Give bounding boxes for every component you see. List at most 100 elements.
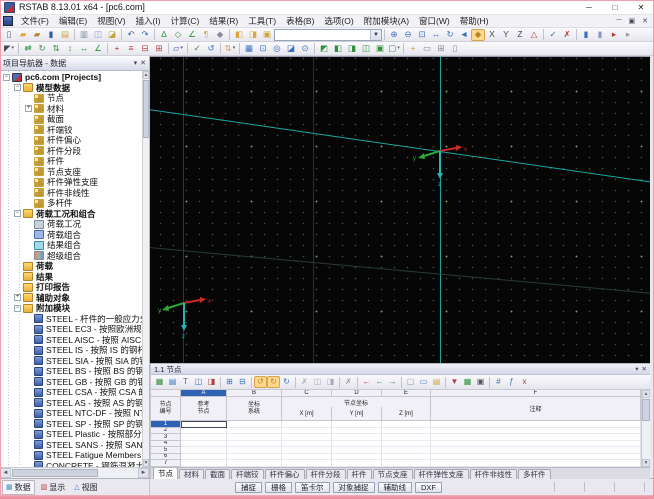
bookmark-gray-icon[interactable]: ▸ xyxy=(621,29,635,41)
import-icon[interactable]: ▰ xyxy=(30,29,44,41)
scroll-up-icon[interactable]: ▲ xyxy=(143,71,149,79)
visibility-loads-icon[interactable]: ◨ xyxy=(345,43,359,55)
row-number[interactable]: 7 xyxy=(151,460,181,467)
table-tab-杆件分段[interactable]: 杆件分段 xyxy=(306,469,346,479)
invert-selection-icon[interactable]: ◪ xyxy=(284,43,298,55)
refresh-icon[interactable]: ↻ xyxy=(280,376,293,388)
undo-icon[interactable]: ↶ xyxy=(124,29,138,41)
table-close-icon[interactable]: ✕ xyxy=(642,365,647,373)
fx-icon[interactable]: ƒ xyxy=(505,376,518,388)
copy-icon[interactable]: ◫ xyxy=(311,376,324,388)
table-views-icon[interactable]: ◫ xyxy=(192,376,205,388)
table-cell[interactable] xyxy=(227,460,282,467)
menu-item[interactable]: 视图(V) xyxy=(92,15,130,27)
import-table-icon[interactable]: ▣ xyxy=(474,376,487,388)
menu-item[interactable]: 附加模块(A) xyxy=(359,15,414,27)
format-brush-icon[interactable]: ◪ xyxy=(105,29,119,41)
table-tab-节点[interactable]: 节点 xyxy=(153,467,178,479)
status-toggle-DXF[interactable]: DXF xyxy=(415,482,442,493)
model-viewport[interactable]: x y z x y z xyxy=(150,56,650,363)
tree-item[interactable]: 打印报告 xyxy=(0,282,142,293)
tree-expander-icon[interactable]: − xyxy=(14,305,21,312)
column-letter[interactable]: B xyxy=(227,390,282,397)
view-selector-combo[interactable]: ▼ xyxy=(274,29,382,41)
mdi-close-button[interactable]: ✕ xyxy=(642,17,648,25)
status-toggle-捕捉[interactable]: 捕捉 xyxy=(235,482,262,493)
column-header-comment[interactable]: 注释 xyxy=(431,397,641,421)
scroll-right-icon[interactable]: ► xyxy=(138,468,149,478)
table-cell[interactable] xyxy=(181,460,227,467)
next-table-icon[interactable]: → xyxy=(386,376,399,388)
menu-item[interactable]: 帮助(H) xyxy=(455,15,494,27)
navigator-vertical-scrollbar[interactable]: ▲ ▼ xyxy=(142,71,149,467)
delete-cells-icon[interactable]: ✗ xyxy=(342,376,355,388)
tree-item[interactable]: 节点 xyxy=(0,93,142,104)
tree-item[interactable]: −模型数据 xyxy=(0,83,142,94)
merge-icon[interactable]: ≡ xyxy=(124,43,138,55)
column-header-y[interactable]: Y [m] xyxy=(332,407,382,421)
navigator-close-icon[interactable]: ✕ xyxy=(140,59,146,67)
table-cell[interactable] xyxy=(431,460,641,467)
visibility-all-icon[interactable]: ▢ xyxy=(387,43,401,55)
menu-item[interactable]: 计算(C) xyxy=(166,15,205,27)
shear-icon[interactable]: ∠ xyxy=(91,43,105,55)
scale-icon[interactable]: ↔ xyxy=(77,43,91,55)
column-header-x[interactable]: X [m] xyxy=(282,407,332,421)
edit-pointer-icon[interactable]: ◤ xyxy=(2,43,16,55)
table-pin-icon[interactable]: ▾ xyxy=(635,365,638,373)
tree-item[interactable]: +辅助对象 xyxy=(0,293,142,304)
menu-item[interactable]: 选项(O) xyxy=(319,15,358,27)
column-letter[interactable]: D xyxy=(332,390,382,397)
prev-table-icon[interactable]: ← xyxy=(373,376,386,388)
zoom-in-icon[interactable]: ⊕ xyxy=(387,29,401,41)
model-check-icon[interactable]: ✓ xyxy=(546,29,560,41)
mirror-icon[interactable]: ⇅ xyxy=(49,43,63,55)
table-tab-杆件[interactable]: 杆件 xyxy=(347,469,372,479)
guide-line-icon[interactable]: ∠ xyxy=(185,29,199,41)
connect-members-icon[interactable]: + xyxy=(110,43,124,55)
user-view-icon[interactable]: + xyxy=(406,43,420,55)
clipping-plane-icon[interactable]: ▭ xyxy=(420,43,434,55)
mdi-restore-button[interactable]: ▣ xyxy=(629,17,636,25)
new-window-icon[interactable]: ▢ xyxy=(404,376,417,388)
rotate-icon[interactable]: ↻ xyxy=(35,43,49,55)
select-all-icon[interactable]: ▦ xyxy=(242,43,256,55)
visual-object-icon[interactable]: ◆ xyxy=(213,29,227,41)
view-y-icon[interactable]: Y xyxy=(499,29,513,41)
tree-item[interactable]: 杆件分段 xyxy=(0,146,142,157)
visibility-supports-icon[interactable]: ◫ xyxy=(359,43,373,55)
renumber-icon[interactable]: ⇅ xyxy=(223,43,237,55)
table-color-icon[interactable]: ◨ xyxy=(205,376,218,388)
move-copy-icon[interactable]: ⇄ xyxy=(21,43,35,55)
status-toggle-对象捕捉[interactable]: 对象捕捉 xyxy=(333,482,375,493)
zoom-window-icon[interactable]: ⊡ xyxy=(415,29,429,41)
column-header-reference-node[interactable]: 参考节点 xyxy=(181,397,227,421)
column-letter[interactable]: A xyxy=(181,390,227,397)
split-view-icon[interactable]: ▭ xyxy=(417,376,430,388)
table-tab-杆件非线性[interactable]: 杆件非线性 xyxy=(470,469,518,479)
panel-toggle-icon[interactable]: ▯ xyxy=(448,43,462,55)
tree-item[interactable]: 结果 xyxy=(0,272,142,283)
status-toggle-辅助线[interactable]: 辅助线 xyxy=(378,482,413,493)
menu-item[interactable]: 插入(I) xyxy=(131,15,166,27)
status-toggle-笛卡尔[interactable]: 笛卡尔 xyxy=(295,482,330,493)
table-tab-杆件偏心[interactable]: 杆件偏心 xyxy=(265,469,305,479)
open-icon[interactable]: ▰ xyxy=(16,29,30,41)
table-export-icon[interactable]: ▦ xyxy=(153,376,166,388)
regenerate-icon[interactable]: ↺ xyxy=(204,43,218,55)
table-tab-多杆件[interactable]: 多杆件 xyxy=(518,469,551,479)
perspective-icon[interactable]: △ xyxy=(527,29,541,41)
column-letter[interactable]: C xyxy=(282,390,332,397)
previous-view-icon[interactable]: ◄ xyxy=(457,29,471,41)
window-table-icon[interactable]: ◨ xyxy=(246,29,260,41)
tree-expander-icon[interactable]: − xyxy=(14,84,21,91)
tree-expander-icon[interactable]: + xyxy=(14,294,21,301)
table-toggle-icon[interactable]: ⊞ xyxy=(434,43,448,55)
scroll-down-icon[interactable]: ▼ xyxy=(642,459,650,467)
select-window-icon[interactable]: ⊡ xyxy=(256,43,270,55)
table-cell[interactable] xyxy=(282,460,332,467)
excel-export-icon[interactable]: ▦ xyxy=(461,376,474,388)
corner-header[interactable] xyxy=(151,390,181,397)
data-manager-icon[interactable]: ▤ xyxy=(58,29,72,41)
table-cell[interactable] xyxy=(332,460,382,467)
